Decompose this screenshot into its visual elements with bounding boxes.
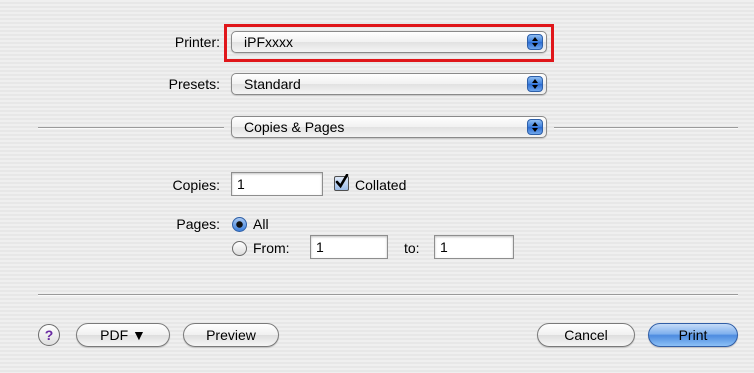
copies-field[interactable]: 1	[231, 172, 323, 196]
updown-arrows-icon	[527, 119, 543, 135]
pages-to-field[interactable]: 1	[434, 235, 514, 259]
checkmark-icon	[335, 174, 349, 189]
pages-from-label: From:	[253, 240, 290, 256]
copies-label: Copies:	[172, 177, 220, 193]
pages-all-radio[interactable]	[232, 217, 247, 232]
printer-popup[interactable]: iPFxxxx	[231, 31, 547, 53]
presets-value: Standard	[244, 76, 301, 92]
pages-from-radio[interactable]	[232, 241, 247, 256]
section-divider-right	[554, 127, 738, 129]
cancel-button[interactable]: Cancel	[537, 323, 635, 347]
section-popup[interactable]: Copies & Pages	[231, 116, 547, 138]
printer-label: Printer:	[174, 34, 220, 50]
footer-divider	[38, 294, 738, 296]
collated-checkbox[interactable]	[334, 174, 349, 191]
section-value: Copies & Pages	[244, 119, 345, 135]
help-icon[interactable]: ?	[38, 324, 60, 346]
collated-label: Collated	[355, 177, 407, 193]
presets-popup[interactable]: Standard	[231, 73, 547, 95]
presets-label: Presets:	[168, 76, 220, 92]
preview-button[interactable]: Preview	[183, 323, 279, 347]
section-divider-left	[38, 127, 224, 129]
updown-arrows-icon	[527, 34, 543, 50]
updown-arrows-icon	[527, 76, 543, 92]
pdf-button[interactable]: PDF ▼	[76, 323, 170, 347]
printer-value: iPFxxxx	[244, 34, 293, 50]
pages-all-label: All	[253, 216, 269, 232]
pages-from-field[interactable]: 1	[310, 235, 388, 259]
pages-to-label: to:	[404, 240, 420, 256]
print-button[interactable]: Print	[648, 323, 738, 347]
pages-label: Pages:	[176, 216, 220, 232]
